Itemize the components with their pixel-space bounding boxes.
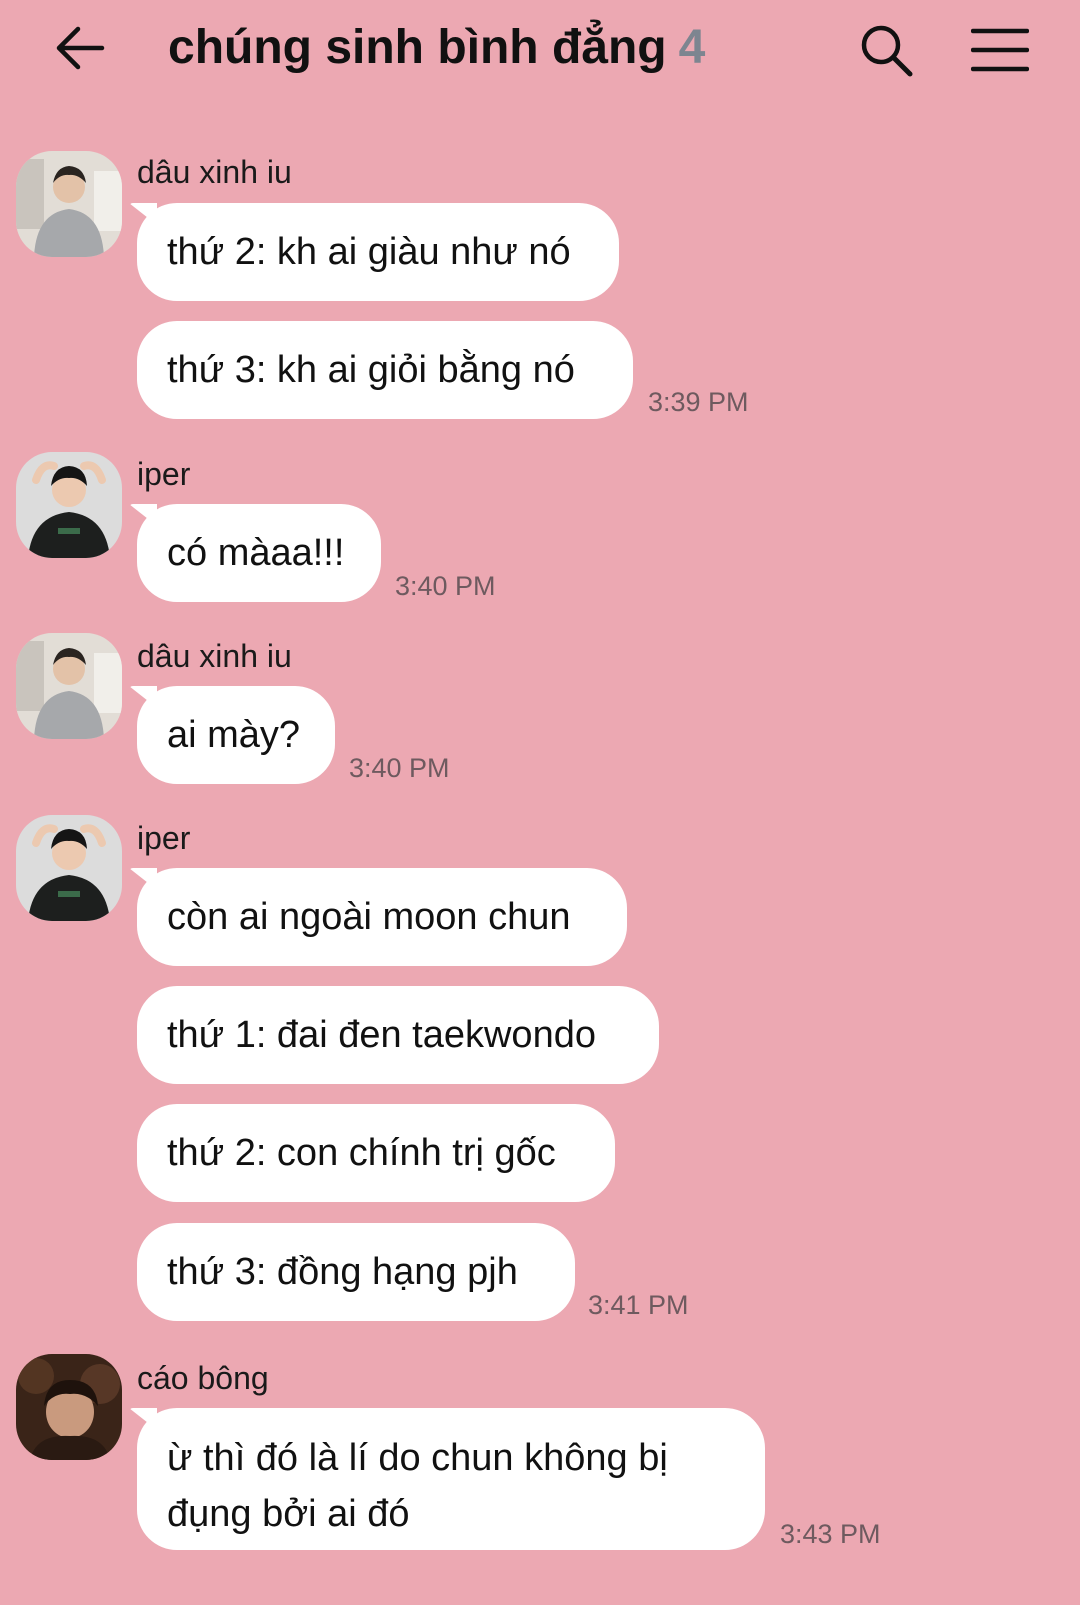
avatar-iper[interactable] xyxy=(16,815,122,921)
menu-icon xyxy=(971,28,1029,72)
sender-name: cáo bông xyxy=(137,1360,269,1396)
message-text: thứ 2: kh ai giàu như nó xyxy=(167,230,571,273)
message-bubble[interactable]: thứ 1: đai đen taekwondo xyxy=(137,986,659,1084)
avatar-iper[interactable] xyxy=(16,452,122,558)
message-bubble[interactable]: ừ thì đó là lí do chun không bị đụng bởi… xyxy=(137,1408,765,1550)
message-timestamp: 3:43 PM xyxy=(780,1519,881,1549)
message-bubble[interactable]: thứ 2: kh ai giàu như nó xyxy=(137,203,619,301)
member-count: 4 xyxy=(678,21,706,74)
search-icon xyxy=(861,25,913,77)
avatar-dau-xinh-iu[interactable] xyxy=(16,151,122,257)
message-text: có màaa!!! xyxy=(167,531,345,574)
chat-title-text: chúng sinh bình đẳng xyxy=(168,21,667,74)
message-timestamp: 3:40 PM xyxy=(349,753,450,783)
avatar-cao-bong[interactable] xyxy=(16,1354,122,1460)
message-bubble[interactable]: thứ 3: đồng hạng pjh xyxy=(137,1223,575,1321)
message-timestamp: 3:40 PM xyxy=(395,571,496,601)
sender-name: iper xyxy=(137,456,191,492)
back-button[interactable] xyxy=(52,20,108,76)
sender-name: dâu xinh iu xyxy=(137,638,292,674)
message-text: thứ 1: đai đen taekwondo xyxy=(167,1013,596,1056)
message-timestamp: 3:39 PM xyxy=(648,387,749,417)
back-arrow-icon xyxy=(56,26,105,70)
message-timestamp: 3:41 PM xyxy=(588,1290,689,1320)
message-bubble[interactable]: còn ai ngoài moon chun xyxy=(137,868,627,966)
message-text: ai mày? xyxy=(167,713,301,756)
avatar-dau-xinh-iu[interactable] xyxy=(16,633,122,739)
message-text: thứ 2: con chính trị gốc xyxy=(167,1131,556,1174)
chat-header: chúng sinh bình đẳng 4 xyxy=(0,0,1080,100)
message-text: thứ 3: đồng hạng pjh xyxy=(167,1250,518,1293)
message-bubble[interactable]: ai mày? xyxy=(137,686,335,784)
message-text: còn ai ngoài moon chun xyxy=(167,895,571,938)
message-bubble[interactable]: có màaa!!! xyxy=(137,504,381,602)
sender-name: iper xyxy=(137,820,191,856)
message-text: thứ 3: kh ai giỏi bằng nó xyxy=(167,348,575,391)
chat-title: chúng sinh bình đẳng 4 xyxy=(168,14,705,82)
message-text: ừ thì đó là lí do chun không bị đụng bởi… xyxy=(167,1437,668,1535)
message-bubble[interactable]: thứ 2: con chính trị gốc xyxy=(137,1104,615,1202)
message-bubble[interactable]: thứ 3: kh ai giỏi bằng nó xyxy=(137,321,633,419)
search-button[interactable] xyxy=(856,20,916,80)
sender-name: dâu xinh iu xyxy=(137,154,292,190)
menu-button[interactable] xyxy=(968,20,1032,80)
